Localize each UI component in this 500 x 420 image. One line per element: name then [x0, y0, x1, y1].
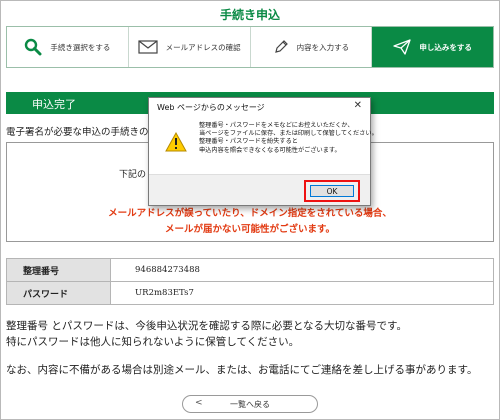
email-warning-line-1: メールアドレスが誤っていたり、ドメイン指定をされている場合、	[108, 208, 392, 219]
step-confirm-email: メールアドレスの確認	[128, 27, 251, 67]
body-text-line-3: なお、内容に不備がある場合は別途メール、または、お電話にてご連絡を差し上げる事が…	[6, 364, 478, 376]
close-icon[interactable]: ✕	[354, 100, 362, 111]
step-select-procedure: 手続き選択をする	[7, 27, 129, 67]
dialog-body: 整理番号・パスワードをメモなどにお控えいただくか、 当ページをファイルに保存、ま…	[149, 116, 378, 172]
pencil-icon	[273, 39, 289, 55]
step-submit: 申し込みをする	[372, 27, 493, 67]
notice-partial-text: 下記の	[119, 170, 147, 180]
registration-info-table: 整理番号 946884273488 パスワード UR2m83ETs7	[6, 258, 494, 305]
dialog-message-line: 整理番号・パスワードを紛失すると	[199, 138, 298, 146]
reference-number-label: 整理番号	[6, 258, 111, 282]
page-title: 手続き申込	[219, 8, 280, 22]
dialog-footer: OK	[149, 174, 370, 205]
alert-dialog: Web ページからのメッセージ ✕ 整理番号・パスワードをメモなどにお控えいただ…	[148, 97, 378, 206]
paper-plane-icon	[393, 39, 412, 55]
password-label: パスワード	[6, 281, 111, 305]
ok-button[interactable]: OK	[310, 185, 354, 197]
step-enter-details: 内容を入力する	[250, 27, 373, 67]
table-row: パスワード UR2m83ETs7	[6, 281, 494, 305]
body-text-line-1: 整理番号 とパスワードは、今後申込状況を確認する際に必要となる大切な番号です。	[6, 320, 407, 332]
step-label: 内容を入力する	[296, 42, 350, 52]
dialog-message: 整理番号・パスワードをメモなどにお控えいただくか、 当ページをファイルに保存、ま…	[199, 122, 378, 155]
back-button-label: 一覧へ戻る	[230, 399, 270, 409]
back-to-list-button[interactable]: < 一覧へ戻る	[182, 395, 318, 413]
step-label: メールアドレスの確認	[165, 42, 241, 52]
email-warning-line-2: メールが届かない可能性がございます。	[164, 224, 336, 235]
table-row: 整理番号 946884273488	[6, 258, 494, 282]
envelope-icon	[138, 40, 158, 54]
reference-number-value: 946884273488	[110, 258, 494, 282]
warning-icon	[165, 131, 187, 156]
dialog-message-line: 申込内容を照会できなくなる可能性がございます。	[199, 146, 341, 154]
dialog-title: Web ページからのメッセージ	[157, 103, 265, 112]
dialog-message-line: 整理番号・パスワードをメモなどにお控えいただくか、	[199, 122, 354, 129]
progress-steps: 手続き選択をする メールアドレスの確認 内容を入力する 申し込みをする	[6, 26, 494, 68]
step-label: 申し込みをする	[419, 42, 472, 52]
ok-button-highlight: OK	[304, 180, 360, 202]
search-icon	[24, 38, 42, 56]
body-text-line-2: 特にパスワードは他人に知られないように保管してください。	[6, 336, 300, 348]
step-label: 手続き選択をする	[50, 42, 111, 52]
intro-text: 電子署名が必要な申込の手続きの申込	[6, 127, 168, 138]
password-value: UR2m83ETs7	[110, 281, 494, 305]
chevron-left-icon: <	[195, 398, 203, 408]
